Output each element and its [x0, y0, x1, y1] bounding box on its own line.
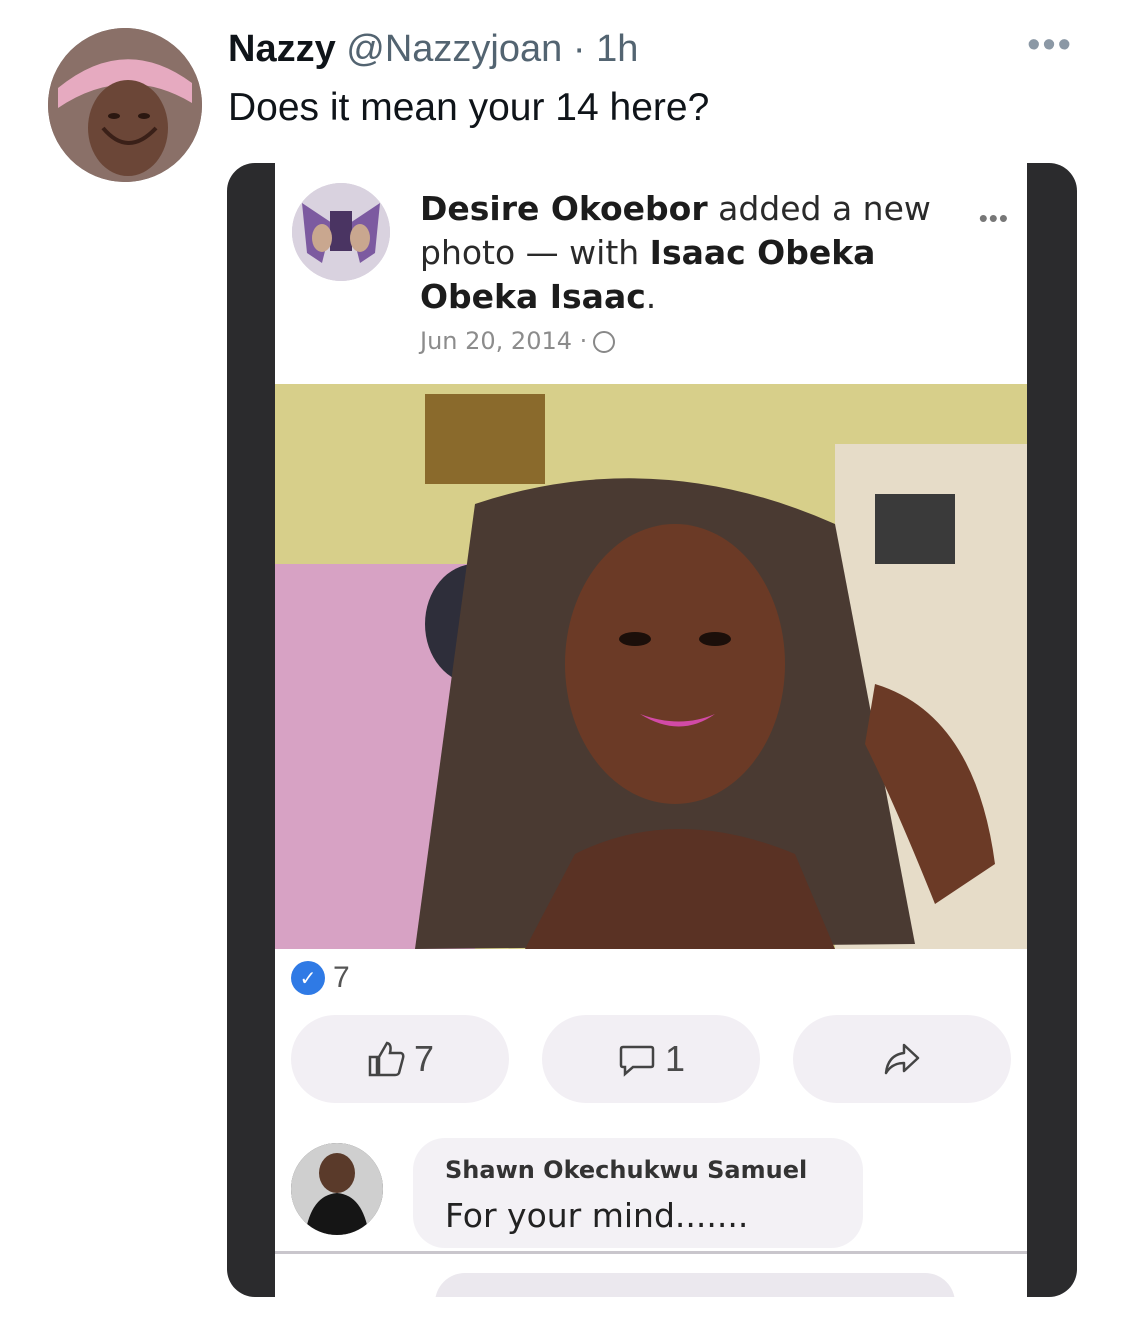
- tweet-text: Does it mean your 14 here?: [228, 86, 710, 129]
- thumbs-up-icon: [368, 1041, 405, 1077]
- avatar-image: [48, 28, 202, 182]
- facebook-post-screenshot: Desire Okoebor added a new photo — with …: [275, 163, 1027, 1297]
- divider: [275, 1251, 1027, 1254]
- display-name[interactable]: Nazzy: [228, 28, 336, 70]
- separator: ·: [562, 28, 597, 70]
- share-button[interactable]: [793, 1015, 1011, 1103]
- globe-icon: [593, 331, 616, 353]
- comment-count: 1: [664, 1038, 686, 1079]
- tweet-header: Nazzy @Nazzyjoan · 1h: [228, 26, 638, 72]
- post-date-text: Jun 20, 2014 ·: [420, 327, 588, 355]
- post-photo: [275, 384, 1027, 949]
- handle[interactable]: @Nazzyjoan: [346, 28, 562, 70]
- author-name[interactable]: Desire Okoebor: [420, 189, 708, 228]
- tagged-suffix: .: [645, 277, 657, 316]
- tweet-media[interactable]: Desire Okoebor added a new photo — with …: [227, 163, 1077, 1297]
- timestamp[interactable]: 1h: [596, 28, 638, 70]
- post-author-avatar: [292, 183, 390, 281]
- post-title: Desire Okoebor added a new photo — with …: [420, 187, 940, 319]
- like-reaction-icon: ✓: [291, 961, 325, 995]
- reaction-count: 7: [333, 961, 350, 994]
- commenter-name[interactable]: Shawn Okechukwu Samuel: [445, 1156, 807, 1184]
- share-icon: [884, 1043, 920, 1075]
- commenter-avatar: [291, 1143, 383, 1235]
- comment-bubble: Shawn Okechukwu Samuel For your mind....…: [413, 1138, 863, 1248]
- like-button[interactable]: 7: [291, 1015, 509, 1103]
- tweet-avatar[interactable]: [48, 28, 202, 182]
- post-actions: 7 1: [291, 1015, 1011, 1105]
- reaction-summary[interactable]: ✓ 7: [291, 958, 350, 998]
- more-options-icon[interactable]: •••: [1027, 26, 1073, 64]
- comment-icon: [619, 1045, 655, 1077]
- like-count: 7: [413, 1038, 435, 1079]
- comment-button[interactable]: 1: [542, 1015, 760, 1103]
- comment-text: For your mind.......: [445, 1196, 749, 1235]
- next-comment-placeholder: [435, 1273, 955, 1297]
- post-date: Jun 20, 2014 ·: [420, 327, 616, 355]
- post-more-icon: •••: [978, 203, 1009, 233]
